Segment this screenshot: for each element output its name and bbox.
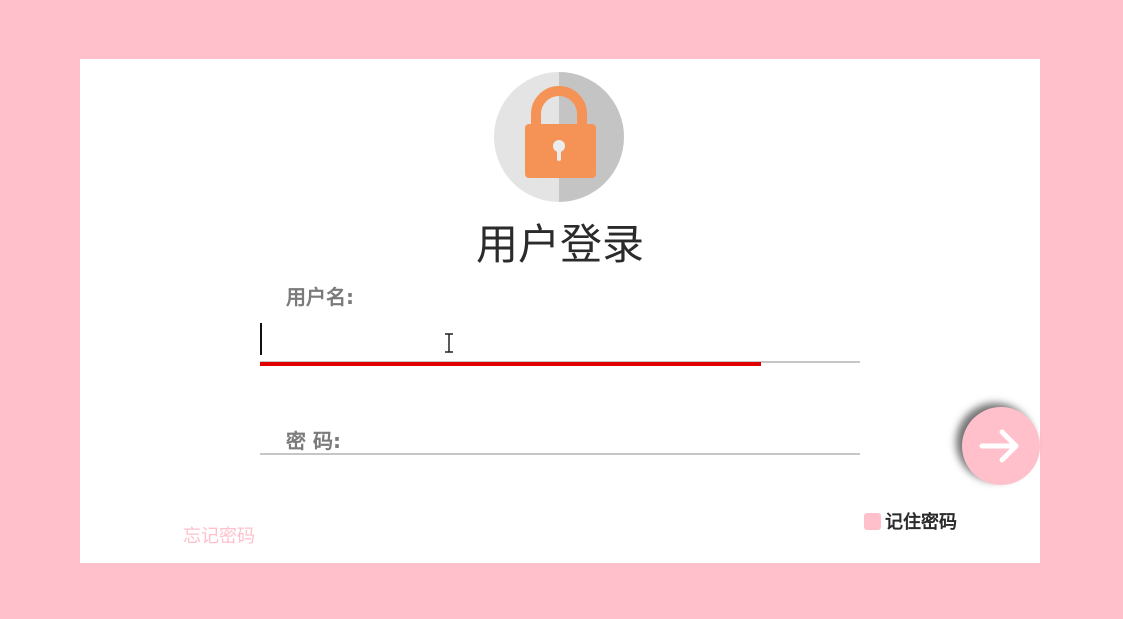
page-title: 用户登录: [475, 220, 644, 269]
padlock-icon: [494, 72, 624, 202]
username-focus-bar: [260, 362, 761, 366]
password-underline: [260, 453, 860, 455]
remember-checkbox[interactable]: [864, 512, 881, 530]
username-label: 用户名:: [286, 285, 354, 309]
login-card: 用户登录 用户名: 密 码: 记住密码 忘记密码: [80, 59, 1040, 563]
username-input[interactable]: [260, 325, 860, 359]
forgot-password-link[interactable]: 忘记密码: [183, 522, 255, 548]
remember-label: 记住密码: [885, 512, 957, 533]
page-background: 用户登录 用户名: 密 码: 记住密码 忘记密码: [0, 0, 1123, 619]
text-caret: [260, 323, 262, 355]
password-input[interactable]: [260, 419, 860, 453]
submit-button[interactable]: [962, 407, 1040, 485]
arrow-right-icon: [979, 429, 1019, 463]
remember-password-option[interactable]: 记住密码: [864, 508, 957, 534]
ibeam-cursor-icon: [445, 333, 453, 353]
